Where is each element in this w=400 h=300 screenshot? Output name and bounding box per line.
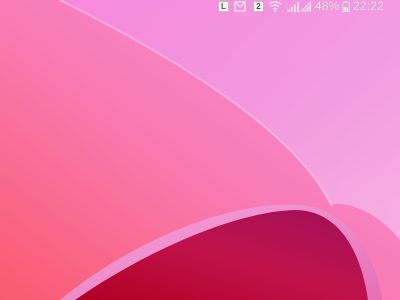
- status-bar: L 2 48% 22:22: [0, 0, 400, 14]
- battery-percent: 48%: [315, 0, 340, 13]
- wifi-icon: [268, 1, 282, 12]
- screenshot-icon[interactable]: L: [218, 1, 229, 12]
- signal-strength-icon: [287, 1, 299, 12]
- wallpaper: [0, 0, 400, 300]
- signal-strength-2-icon: [300, 1, 312, 12]
- notification-count-badge[interactable]: 2: [253, 1, 264, 12]
- status-clock: 22:22: [353, 0, 385, 13]
- home-screen: L 2 48% 22:22: [0, 0, 400, 300]
- mail-icon[interactable]: [234, 1, 246, 12]
- battery-icon: [342, 1, 350, 12]
